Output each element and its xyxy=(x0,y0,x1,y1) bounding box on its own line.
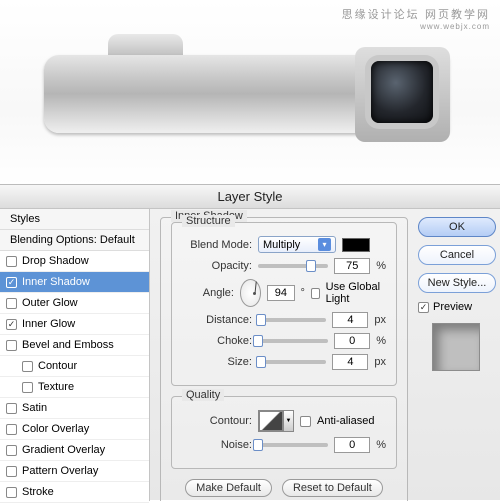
style-label: Inner Shadow xyxy=(22,276,90,288)
distance-slider[interactable] xyxy=(258,318,326,322)
watermark-text-2: 网页教学网 xyxy=(425,9,490,21)
structure-group: Structure Blend Mode: Multiply ▾ Opacity… xyxy=(171,222,397,386)
distance-input[interactable]: 4 xyxy=(332,312,368,328)
noise-input[interactable]: 0 xyxy=(334,437,370,453)
style-row-bevel-and-emboss[interactable]: Bevel and Emboss xyxy=(0,335,149,356)
preview-canvas: 思缘设计论坛 网页教学网 www.webjx.com xyxy=(0,0,500,185)
style-checkbox[interactable] xyxy=(6,298,17,309)
noise-slider[interactable] xyxy=(258,443,328,447)
size-label: Size: xyxy=(182,356,252,368)
shadow-color-swatch[interactable] xyxy=(342,238,370,252)
object-lens xyxy=(371,61,433,123)
size-unit: px xyxy=(374,356,386,368)
watermark-url: www.webjx.com xyxy=(342,22,490,31)
choke-input[interactable]: 0 xyxy=(334,333,370,349)
style-label: Outer Glow xyxy=(22,297,78,309)
style-row-drop-shadow[interactable]: Drop Shadow xyxy=(0,251,149,272)
effect-settings: Inner Shadow Structure Blend Mode: Multi… xyxy=(150,209,418,501)
styles-header[interactable]: Styles xyxy=(0,209,149,230)
style-label: Contour xyxy=(38,360,77,372)
contour-picker[interactable]: ▼ xyxy=(258,410,294,432)
style-label: Stroke xyxy=(22,486,54,498)
new-style-button[interactable]: New Style... xyxy=(418,273,496,293)
choke-slider[interactable] xyxy=(258,339,328,343)
dialog-actions: OK Cancel New Style... Preview xyxy=(418,209,500,501)
chevron-down-icon: ▾ xyxy=(318,238,331,251)
style-row-pattern-overlay[interactable]: Pattern Overlay xyxy=(0,461,149,482)
style-label: Pattern Overlay xyxy=(22,465,98,477)
dialog-title: Layer Style xyxy=(0,185,500,209)
quality-legend: Quality xyxy=(182,389,224,401)
style-row-inner-glow[interactable]: Inner Glow xyxy=(0,314,149,335)
style-label: Color Overlay xyxy=(22,423,89,435)
style-row-contour[interactable]: Contour xyxy=(0,356,149,377)
opacity-slider[interactable] xyxy=(258,264,328,268)
object-end xyxy=(355,47,450,142)
watermark-text-1: 思缘设计论坛 xyxy=(342,9,420,21)
angle-input[interactable]: 94 xyxy=(267,285,294,301)
style-row-inner-shadow[interactable]: Inner Shadow xyxy=(0,272,149,293)
size-input[interactable]: 4 xyxy=(332,354,368,370)
distance-label: Distance: xyxy=(182,314,252,326)
style-label: Bevel and Emboss xyxy=(22,339,114,351)
contour-icon xyxy=(259,411,283,431)
cancel-button[interactable]: Cancel xyxy=(418,245,496,265)
blend-mode-label: Blend Mode: xyxy=(182,239,252,251)
ok-button[interactable]: OK xyxy=(418,217,496,237)
style-checkbox[interactable] xyxy=(6,445,17,456)
style-label: Satin xyxy=(22,402,47,414)
style-checkbox[interactable] xyxy=(6,319,17,330)
style-checkbox[interactable] xyxy=(6,424,17,435)
quality-group: Quality Contour: ▼ Anti-aliased Noise: xyxy=(171,396,397,469)
use-global-light-checkbox[interactable] xyxy=(311,288,320,299)
blending-options-row[interactable]: Blending Options: Default xyxy=(0,230,149,251)
preview-label: Preview xyxy=(433,301,472,313)
style-checkbox[interactable] xyxy=(6,403,17,414)
inner-shadow-group: Inner Shadow Structure Blend Mode: Multi… xyxy=(160,217,408,501)
opacity-unit: % xyxy=(376,260,386,272)
style-checkbox[interactable] xyxy=(6,487,17,498)
style-label: Texture xyxy=(38,381,74,393)
contour-label: Contour: xyxy=(182,415,252,427)
opacity-input[interactable]: 75 xyxy=(334,258,370,274)
style-row-satin[interactable]: Satin xyxy=(0,398,149,419)
style-row-color-overlay[interactable]: Color Overlay xyxy=(0,419,149,440)
blend-mode-select[interactable]: Multiply ▾ xyxy=(258,236,336,253)
blend-mode-value: Multiply xyxy=(263,239,300,251)
style-row-texture[interactable]: Texture xyxy=(0,377,149,398)
style-label: Drop Shadow xyxy=(22,255,89,267)
style-checkbox[interactable] xyxy=(6,340,17,351)
style-checkbox[interactable] xyxy=(6,277,17,288)
size-slider[interactable] xyxy=(258,360,326,364)
styles-list: Styles Blending Options: Default Drop Sh… xyxy=(0,209,150,501)
style-row-outer-glow[interactable]: Outer Glow xyxy=(0,293,149,314)
watermark: 思缘设计论坛 网页教学网 www.webjx.com xyxy=(342,6,490,31)
layer-style-dialog: Layer Style Styles Blending Options: Def… xyxy=(0,184,500,500)
make-default-button[interactable]: Make Default xyxy=(185,479,272,497)
structure-legend: Structure xyxy=(182,215,235,227)
style-label: Gradient Overlay xyxy=(22,444,105,456)
angle-unit: ° xyxy=(301,287,305,299)
opacity-label: Opacity: xyxy=(182,260,252,272)
style-row-gradient-overlay[interactable]: Gradient Overlay xyxy=(0,440,149,461)
chevron-down-icon: ▼ xyxy=(283,411,293,431)
angle-dial[interactable] xyxy=(240,279,261,307)
reset-default-button[interactable]: Reset to Default xyxy=(282,479,383,497)
style-label: Inner Glow xyxy=(22,318,75,330)
use-global-light-label: Use Global Light xyxy=(326,281,386,305)
style-checkbox[interactable] xyxy=(6,256,17,267)
style-checkbox[interactable] xyxy=(22,382,33,393)
noise-label: Noise: xyxy=(182,439,252,451)
noise-unit: % xyxy=(376,439,386,451)
distance-unit: px xyxy=(374,314,386,326)
preview-checkbox[interactable] xyxy=(418,302,429,313)
choke-label: Choke: xyxy=(182,335,252,347)
choke-unit: % xyxy=(376,335,386,347)
antialiased-label: Anti-aliased xyxy=(317,415,374,427)
preview-swatch xyxy=(432,323,480,371)
style-checkbox[interactable] xyxy=(22,361,33,372)
style-checkbox[interactable] xyxy=(6,466,17,477)
antialiased-checkbox[interactable] xyxy=(300,416,311,427)
angle-label: Angle: xyxy=(182,287,234,299)
